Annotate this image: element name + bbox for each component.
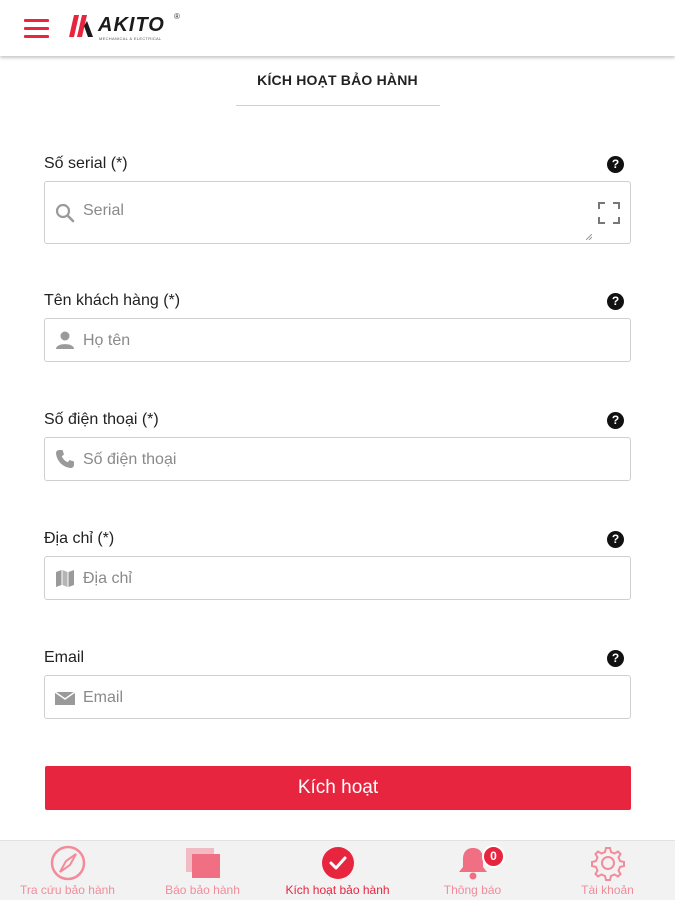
email-input[interactable]: Email [44, 675, 631, 719]
email-placeholder: Email [83, 689, 124, 706]
tab-warranty-lookup[interactable]: Tra cứu bảo hành [0, 841, 135, 900]
logo-subtitle: MECHANICAL & ELECTRICAL [99, 36, 162, 41]
envelope-icon [55, 691, 75, 705]
customer-name-help-icon[interactable]: ? [607, 293, 624, 310]
email-help-icon[interactable]: ? [607, 650, 624, 667]
phone-icon [56, 450, 74, 468]
email-label: Email [44, 649, 85, 666]
map-icon [56, 570, 74, 587]
title-underline [236, 105, 440, 106]
notification-count-badge: 0 [482, 845, 505, 868]
logo-registered-mark: ® [174, 12, 180, 21]
tab-warranty-lookup-label: Tra cứu bảo hành [20, 883, 115, 897]
compass-icon [50, 845, 85, 881]
hamburger-menu-icon[interactable] [24, 19, 49, 39]
customer-name-input[interactable]: Họ tên [44, 318, 631, 362]
logo-text: AKITO [98, 14, 165, 36]
tab-warranty-activate[interactable]: Kích hoạt bảo hành [270, 841, 405, 900]
tab-account[interactable]: Tài khoản [540, 841, 675, 900]
address-label: Địa chỉ (*) [44, 530, 115, 547]
scan-icon[interactable] [598, 202, 620, 224]
phone-input[interactable]: Số điện thoại [44, 437, 631, 481]
customer-name-placeholder: Họ tên [83, 332, 131, 349]
phone-label: Số điện thoại (*) [44, 411, 159, 428]
user-icon [56, 331, 74, 349]
search-icon [55, 203, 75, 223]
phone-help-icon[interactable]: ? [607, 412, 624, 429]
check-circle-icon [321, 847, 354, 879]
tab-warranty-report-label: Báo bảo hành [165, 883, 240, 897]
cards-icon [185, 848, 220, 878]
customer-name-label: Tên khách hàng (*) [44, 292, 181, 309]
phone-placeholder: Số điện thoại [83, 451, 177, 468]
serial-label: Số serial (*) [44, 155, 128, 172]
resize-grip-icon[interactable] [586, 234, 592, 240]
activate-button[interactable]: Kích hoạt [45, 766, 631, 810]
tab-notifications-label: Thông báo [443, 883, 502, 897]
tab-warranty-activate-label: Kích hoạt bảo hành [285, 883, 390, 897]
page-title: KÍCH HOẠT BẢO HÀNH [257, 72, 418, 88]
address-help-icon[interactable]: ? [607, 531, 624, 548]
serial-placeholder: Serial [83, 202, 124, 219]
app-bar: AKITO ® MECHANICAL & ELECTRICAL [0, 0, 675, 56]
tab-warranty-report[interactable]: Báo bảo hành [135, 841, 270, 900]
tab-notifications[interactable]: Thông báo [405, 841, 540, 900]
akito-logo: AKITO ® MECHANICAL & ELECTRICAL [68, 12, 188, 42]
tab-account-label: Tài khoản [581, 883, 634, 897]
logo-mark-icon [69, 15, 93, 37]
serial-input[interactable]: Serial [44, 181, 631, 244]
serial-help-icon[interactable]: ? [607, 156, 624, 173]
gear-icon [590, 847, 625, 881]
address-placeholder: Địa chỉ [83, 570, 132, 587]
bottom-tab-bar: Tra cứu bảo hành Báo bảo hành Kích hoạt … [0, 840, 675, 900]
address-input[interactable]: Địa chỉ [44, 556, 631, 600]
